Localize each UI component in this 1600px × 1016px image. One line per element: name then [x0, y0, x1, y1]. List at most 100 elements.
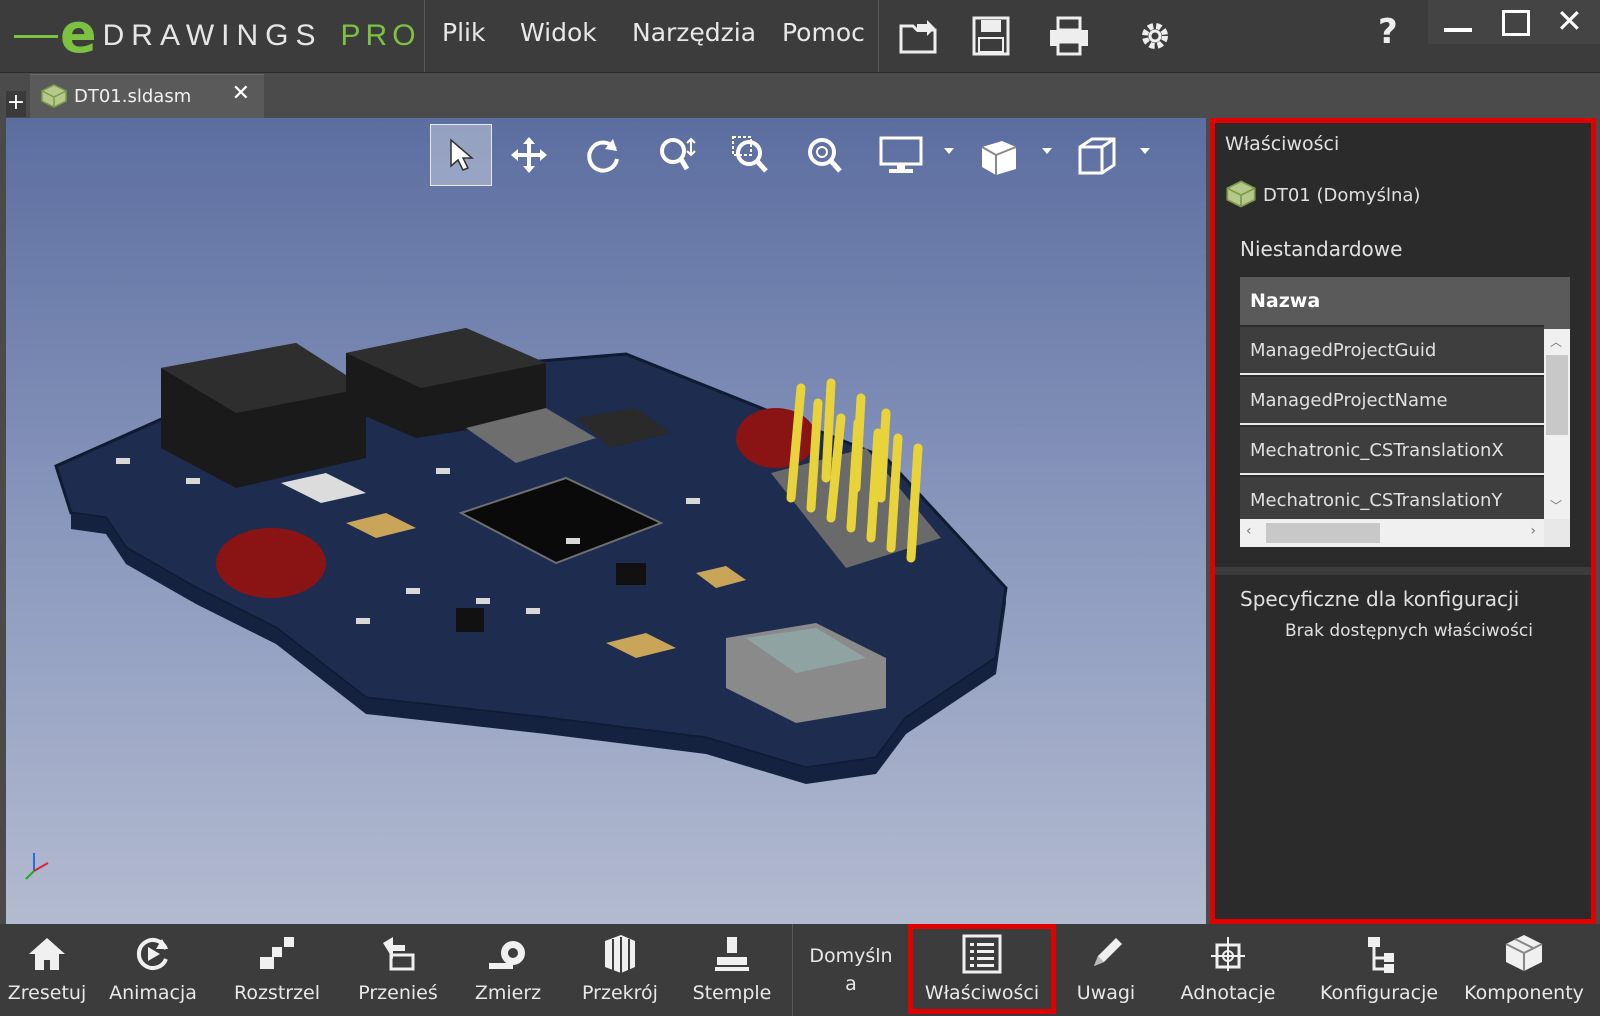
- display-style-button[interactable]: [870, 124, 932, 186]
- logo-edition: PRO: [340, 19, 421, 52]
- standard-views-button[interactable]: [1066, 124, 1128, 186]
- config-section-title: Specyficzne dla konfiguracji: [1240, 587, 1520, 611]
- monitor-icon: [879, 136, 923, 173]
- animation-label: Animacja: [109, 982, 197, 1004]
- stamps-label: Stemple: [692, 982, 772, 1004]
- stamps-button[interactable]: Stemple: [690, 930, 774, 1014]
- pan-arrows-icon: [511, 137, 547, 173]
- close-tab-icon[interactable]: ✕: [232, 81, 250, 106]
- vertical-scrollbar[interactable]: ︿ ﹀: [1544, 329, 1570, 519]
- standard-views-dropdown-icon[interactable]: [1140, 148, 1150, 154]
- display-style-dropdown-icon[interactable]: [944, 148, 954, 154]
- section-button[interactable]: Przekrój: [580, 930, 660, 1014]
- section-label: Przekrój: [582, 982, 658, 1004]
- configuration-selector[interactable]: Domyśln a: [806, 942, 896, 998]
- cursor-arrow-icon: [450, 138, 474, 171]
- logo-brand: DRAWINGS: [102, 19, 323, 52]
- zoom-fit-icon: [808, 138, 842, 173]
- pan-tool-button[interactable]: [498, 124, 560, 186]
- settings-gear-icon[interactable]: [1132, 14, 1178, 58]
- divider: [792, 924, 793, 1016]
- assembly-icon: [41, 84, 67, 108]
- 3d-viewport[interactable]: [6, 118, 1206, 924]
- move-button[interactable]: Przenieś: [356, 930, 440, 1014]
- animation-button[interactable]: Animacja: [108, 930, 198, 1014]
- notes-button[interactable]: Uwagi: [1072, 930, 1140, 1014]
- annotations-button[interactable]: Adnotacje: [1178, 930, 1278, 1014]
- scrollbar-thumb[interactable]: [1266, 523, 1380, 543]
- header-corner: [1544, 277, 1570, 329]
- properties-button[interactable]: Właściwości: [918, 930, 1046, 1014]
- scroll-left-icon[interactable]: ‹: [1246, 523, 1252, 539]
- zoom-tool-button[interactable]: [646, 124, 708, 186]
- scrollbar-thumb[interactable]: [1546, 355, 1568, 435]
- config-empty-message: Brak dostępnych właściwości: [1285, 621, 1533, 641]
- close-window-icon[interactable]: ✕: [1556, 2, 1583, 40]
- properties-label: Właściwości: [924, 982, 1040, 1004]
- measure-button[interactable]: Zmierz: [470, 930, 546, 1014]
- zoom-fit-button[interactable]: [794, 124, 856, 186]
- annotations-label: Adnotacje: [1180, 982, 1276, 1004]
- explode-label: Rozstrzel: [233, 982, 321, 1004]
- maximize-icon[interactable]: [1502, 10, 1530, 36]
- custom-section-title: Niestandardowe: [1240, 237, 1403, 261]
- divider: [424, 0, 425, 72]
- scroll-down-icon[interactable]: ﹀: [1550, 497, 1562, 514]
- view-cube-icon: [981, 141, 1017, 175]
- save-icon[interactable]: [968, 14, 1014, 58]
- configuration-tree-icon: [1368, 937, 1394, 973]
- tab-dt01[interactable]: DT01.sldasm ✕: [30, 74, 264, 119]
- menu-file[interactable]: Plik: [442, 18, 485, 47]
- select-tool-button[interactable]: [430, 124, 492, 186]
- properties-panel: Właściwości DT01 (Domyślna) Niestandardo…: [1210, 118, 1596, 924]
- section-icon: [605, 935, 635, 973]
- panel-divider: [1215, 567, 1591, 575]
- logo-line: [14, 34, 58, 38]
- column-header-name[interactable]: Nazwa: [1240, 277, 1544, 325]
- components-button[interactable]: Komponenty: [1464, 930, 1584, 1014]
- table-row[interactable]: ManagedProjectName: [1240, 375, 1544, 423]
- table-row[interactable]: Mechatronic_CSTranslationX: [1240, 425, 1544, 473]
- new-tab-button[interactable]: +: [6, 91, 26, 117]
- table-row[interactable]: ManagedProjectGuid: [1240, 325, 1544, 373]
- move-label: Przenieś: [358, 982, 438, 1004]
- annotation-icon: [1211, 937, 1245, 971]
- panel-title: Właściwości: [1225, 133, 1340, 155]
- document-name[interactable]: DT01 (Domyślna): [1263, 185, 1420, 206]
- horizontal-scrollbar[interactable]: ‹ ›: [1240, 519, 1544, 547]
- cube-outline-icon: [1078, 137, 1116, 175]
- open-file-icon[interactable]: [896, 14, 942, 58]
- menu-help[interactable]: Pomoc: [782, 18, 865, 47]
- components-label: Komponenty: [1464, 982, 1584, 1004]
- explode-icon: [260, 937, 294, 969]
- configurations-label: Konfiguracje: [1319, 982, 1439, 1004]
- zoom-area-icon: [732, 136, 768, 173]
- print-icon[interactable]: [1046, 14, 1092, 58]
- reset-button[interactable]: Zresetuj: [7, 930, 87, 1014]
- view-toolbar: [430, 124, 1190, 186]
- animation-icon: [137, 938, 168, 970]
- configurations-button[interactable]: Konfiguracje: [1314, 930, 1444, 1014]
- table-row[interactable]: Mechatronic_CSTranslationY: [1240, 475, 1544, 519]
- view-orientation-dropdown-icon[interactable]: [1042, 148, 1052, 154]
- stamp-icon: [715, 937, 749, 971]
- reset-label: Zresetuj: [7, 982, 87, 1004]
- custom-properties-table[interactable]: Nazwa ManagedProjectGuid ManagedProjectN…: [1240, 277, 1570, 547]
- zoom-area-button[interactable]: [720, 124, 782, 186]
- configuration-name-line1: Domyśln: [809, 945, 893, 967]
- rotate-tool-button[interactable]: [572, 124, 634, 186]
- edrawings-logo: e DRAWINGS PRO: [14, 0, 421, 72]
- scroll-up-icon[interactable]: ︿: [1550, 333, 1562, 350]
- assembly-icon: [1226, 180, 1256, 208]
- notes-label: Uwagi: [1076, 982, 1136, 1004]
- minimize-icon[interactable]: [1444, 28, 1472, 32]
- explode-button[interactable]: Rozstrzel: [232, 930, 322, 1014]
- menu-tools[interactable]: Narzędzia: [632, 18, 756, 47]
- view-orientation-button[interactable]: [968, 124, 1030, 186]
- configuration-name-line2: a: [845, 973, 857, 995]
- tab-label: DT01.sldasm: [74, 86, 192, 107]
- menu-view[interactable]: Widok: [520, 18, 597, 47]
- help-button[interactable]: ?: [1378, 12, 1398, 52]
- scroll-right-icon[interactable]: ›: [1530, 523, 1536, 539]
- pcb-model: [25, 328, 1008, 880]
